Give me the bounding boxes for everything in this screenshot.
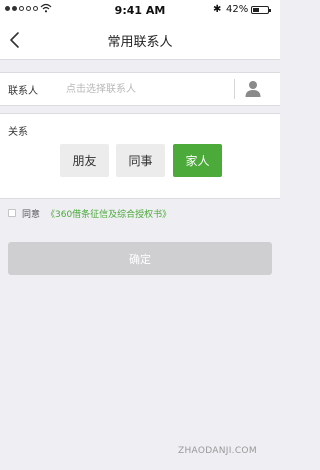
battery-fill bbox=[253, 8, 259, 12]
contact-input[interactable] bbox=[66, 78, 226, 100]
relation-label: 关系 bbox=[8, 127, 28, 138]
person-icon[interactable] bbox=[245, 80, 261, 98]
confirm-button[interactable]: 确定 bbox=[8, 242, 272, 275]
status-bar: 9:41 AM ✱ 42% bbox=[0, 0, 280, 20]
divider bbox=[234, 79, 235, 99]
watermark: ZHAODANJI.COM bbox=[178, 446, 257, 456]
agreement-row: 同意 《360借条征信及综合授权书》 bbox=[0, 206, 280, 222]
agreement-prefix: 同意 bbox=[22, 210, 41, 220]
battery-icon bbox=[251, 6, 271, 14]
battery-percentage: 42% bbox=[226, 4, 249, 15]
relation-colleague-button[interactable]: 同事 bbox=[116, 144, 165, 177]
contact-label: 联系人 bbox=[8, 86, 38, 97]
agreement-checkbox[interactable] bbox=[8, 209, 16, 217]
relation-friend-button[interactable]: 朋友 bbox=[60, 144, 109, 177]
relation-family-button[interactable]: 家人 bbox=[173, 144, 222, 177]
agreement-link[interactable]: 《360借条征信及综合授权书》 bbox=[46, 207, 171, 220]
page-title: 常用联系人 bbox=[107, 35, 173, 50]
contact-row[interactable]: 联系人 bbox=[0, 72, 280, 106]
bluetooth-icon: ✱ bbox=[213, 4, 222, 15]
relation-section: 关系 朋友 同事 家人 bbox=[0, 113, 280, 199]
battery-nub bbox=[269, 9, 271, 12]
nav-bar: 常用联系人 bbox=[0, 20, 280, 60]
